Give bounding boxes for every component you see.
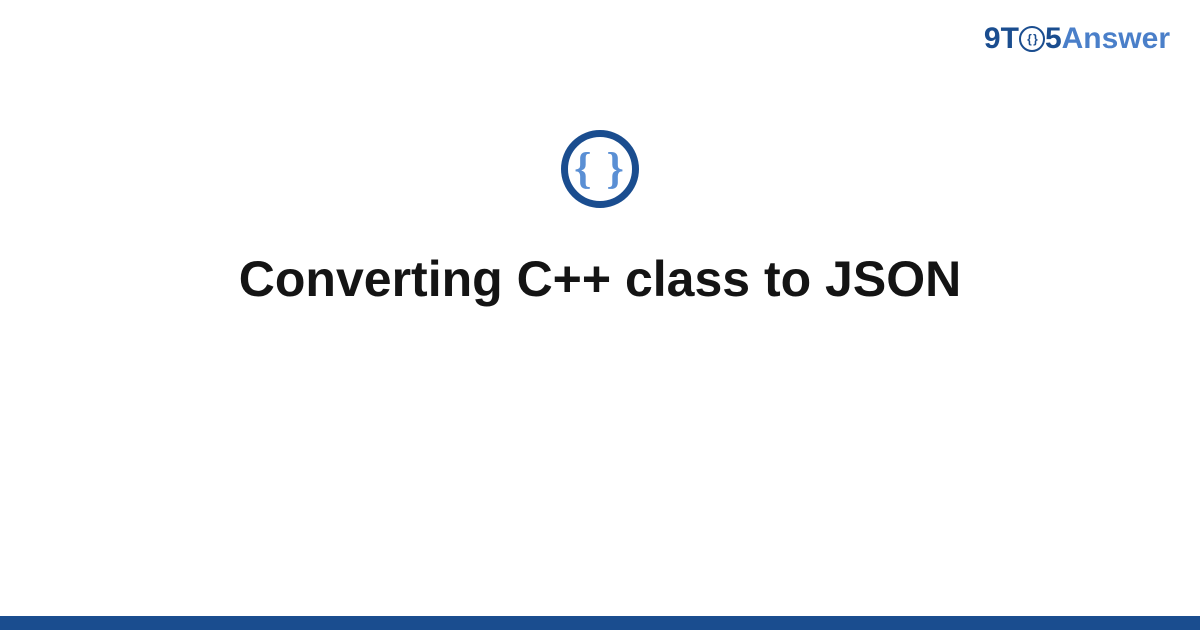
main-content: { } Converting C++ class to JSON (0, 130, 1200, 308)
page-title: Converting C++ class to JSON (239, 250, 961, 308)
brand-circle-braces: { } (1027, 32, 1037, 46)
footer-accent-bar (0, 616, 1200, 630)
brand-text-5: 5 (1045, 22, 1062, 56)
braces-glyph: { } (574, 147, 626, 191)
code-braces-icon: { } (561, 130, 639, 208)
brand-logo: 9T { } 5 Answer (984, 22, 1170, 56)
brand-text-9t: 9T (984, 22, 1019, 56)
brand-circle-icon: { } (1019, 26, 1045, 52)
brand-text-answer: Answer (1062, 22, 1170, 56)
